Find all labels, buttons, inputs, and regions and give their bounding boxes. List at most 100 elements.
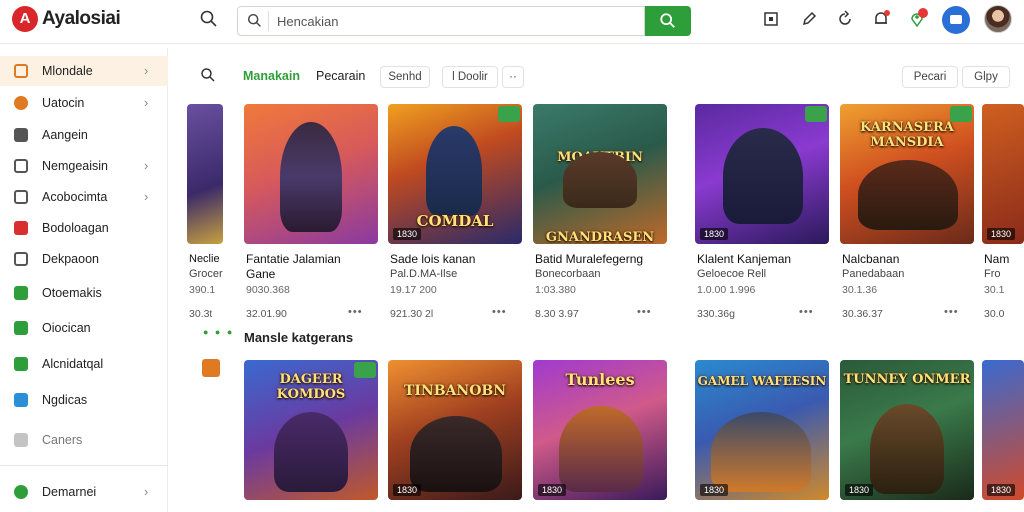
filter-pill-pecari[interactable]: Pecari — [902, 66, 958, 88]
refresh-icon[interactable] — [836, 10, 854, 28]
character-figure — [410, 416, 502, 492]
search-icon[interactable] — [199, 9, 219, 29]
sidebar-item-6[interactable]: Dekpaoon — [0, 244, 168, 274]
tab-manakain[interactable]: Manakain — [243, 69, 300, 83]
game-thumbnail: 1830 — [982, 360, 1024, 500]
sidebar-item-label: Aangein — [42, 128, 88, 142]
game-subtitle: Geloecoe Rell — [697, 268, 767, 280]
game-thumbnail: MOAUTBIN GNANDRASEN — [533, 104, 667, 244]
message-icon — [14, 393, 28, 407]
game-thumbnail: TUNNEY ONMER 1830 — [840, 360, 974, 500]
game-thumbnail: GAMEL WAFEESIN 1830 — [695, 360, 829, 500]
sidebar-item-label: Nemgeaisin — [42, 159, 109, 173]
search-icon[interactable] — [200, 67, 216, 83]
game-tag: 1830 — [393, 484, 422, 496]
chevron-right-icon: › — [144, 189, 149, 204]
more-button[interactable]: ·· — [502, 66, 524, 88]
game-meta: 1.0.00 1.996 — [697, 284, 756, 296]
game-tag: 1830 — [393, 228, 422, 240]
game-subtitle: Grocer — [189, 268, 223, 280]
pen-icon[interactable] — [800, 10, 818, 28]
game-subtitle: Gane — [246, 267, 276, 281]
sidebar-item-label: Caners — [42, 433, 83, 447]
search-box[interactable] — [237, 6, 645, 36]
filter-pill-glpy[interactable]: Glpy — [962, 66, 1010, 88]
square-icon — [14, 64, 28, 78]
sidebar-item-2[interactable]: Aangein — [0, 120, 168, 150]
sidebar-item-label: Oiocican — [42, 321, 91, 335]
game-thumbnail: 1830 — [695, 104, 829, 244]
apps-icon — [14, 433, 28, 447]
filter-pill-senhd[interactable]: Senhd — [380, 66, 430, 88]
game-price: 32.01.90 — [246, 308, 287, 320]
character-figure — [711, 412, 811, 492]
sidebar-item-label: Ngdicas — [42, 393, 88, 407]
notification-badge — [918, 8, 928, 18]
sidebar-item-11[interactable]: Caners — [0, 425, 168, 455]
game-price: 30.36.37 — [842, 308, 883, 320]
sidebar-item-0[interactable]: Mlondale › — [0, 56, 168, 86]
search-input[interactable] — [268, 11, 638, 31]
chevron-right-icon: › — [144, 63, 149, 78]
game-tag: 1830 — [987, 228, 1016, 240]
game-thumbnail — [244, 104, 378, 244]
platform-badge-icon — [498, 106, 520, 122]
game-title: Batid Muralefegerng — [535, 252, 644, 266]
game-title: Neclie — [189, 253, 220, 265]
sidebar-item-9[interactable]: Alcnidatqal — [0, 349, 168, 379]
top-bar: A Ayalosiai — [0, 0, 1024, 44]
platform-badge-icon — [354, 362, 376, 378]
more-icon[interactable]: ••• — [944, 306, 959, 318]
more-icon[interactable]: ••• — [348, 306, 363, 318]
divider — [0, 465, 168, 466]
chat-button[interactable] — [942, 6, 970, 34]
search-button[interactable] — [645, 6, 691, 36]
game-thumbnail: COMDAL 1830 — [388, 104, 522, 244]
filter-pill-doolir[interactable]: l Doolir — [442, 66, 498, 88]
sidebar-item-4[interactable]: Acobocimta › — [0, 182, 168, 212]
tag-icon — [14, 190, 28, 204]
search-icon — [660, 13, 675, 28]
sidebar-item-label: Alcnidatqal — [42, 357, 104, 371]
sidebar-item-5[interactable]: Bodoloagan — [0, 213, 168, 243]
gift-icon — [14, 221, 28, 235]
sidebar-item-label: Mlondale — [42, 64, 93, 78]
character-figure — [280, 122, 342, 232]
sidebar-item-7[interactable]: Otoemakis — [0, 278, 168, 308]
sidebar: Mlondale › Uatocin › Aangein Nemgeaisin … — [0, 48, 168, 512]
character-figure — [723, 128, 803, 224]
square-icon[interactable] — [762, 10, 780, 28]
sidebar-item-label: Otoemakis — [42, 286, 102, 300]
sidebar-item-12[interactable]: Demarnei › — [0, 477, 168, 507]
game-title: Fantatie Jalamian — [246, 252, 341, 266]
tab-pecarain[interactable]: Pecarain — [316, 69, 365, 83]
game-price: 30.3t — [189, 308, 213, 320]
more-icon[interactable]: ••• — [799, 306, 814, 318]
platform-badge-icon — [950, 106, 972, 122]
game-tag: 1830 — [700, 228, 729, 240]
sidebar-item-label: Uatocin — [42, 96, 85, 110]
game-thumbnail: 1830 — [982, 104, 1024, 244]
sidebar-item-3[interactable]: Nemgeaisin › — [0, 151, 168, 181]
game-subtitle: Pal.D.MA-Ilse — [390, 268, 458, 280]
character-figure — [426, 126, 482, 216]
sidebar-item-8[interactable]: Oiocican — [0, 313, 168, 343]
chevron-right-icon: › — [144, 484, 149, 499]
sidebar-item-label: Bodoloagan — [42, 221, 109, 235]
game-thumbnail — [187, 104, 223, 244]
more-icon[interactable]: ••• — [492, 306, 507, 318]
platform-badge-icon — [805, 106, 827, 122]
game-title: Klalent Kanjeman — [697, 252, 792, 266]
search-icon — [247, 13, 261, 27]
avatar[interactable] — [984, 5, 1012, 33]
character-figure — [559, 406, 643, 492]
game-thumbnail: DAGEER KOMDOS — [244, 360, 378, 500]
more-icon[interactable]: ••• — [637, 306, 652, 318]
game-logo-text: KARNASERA MANSDIA — [860, 120, 954, 150]
game-price: 921.30 2l — [390, 308, 434, 320]
briefcase-icon — [14, 128, 28, 142]
game-thumbnail: TINBANOBN 1830 — [388, 360, 522, 500]
sidebar-item-1[interactable]: Uatocin › — [0, 88, 168, 118]
game-logo-text: TINBANOBN — [403, 383, 507, 399]
sidebar-item-10[interactable]: Ngdicas — [0, 385, 168, 415]
